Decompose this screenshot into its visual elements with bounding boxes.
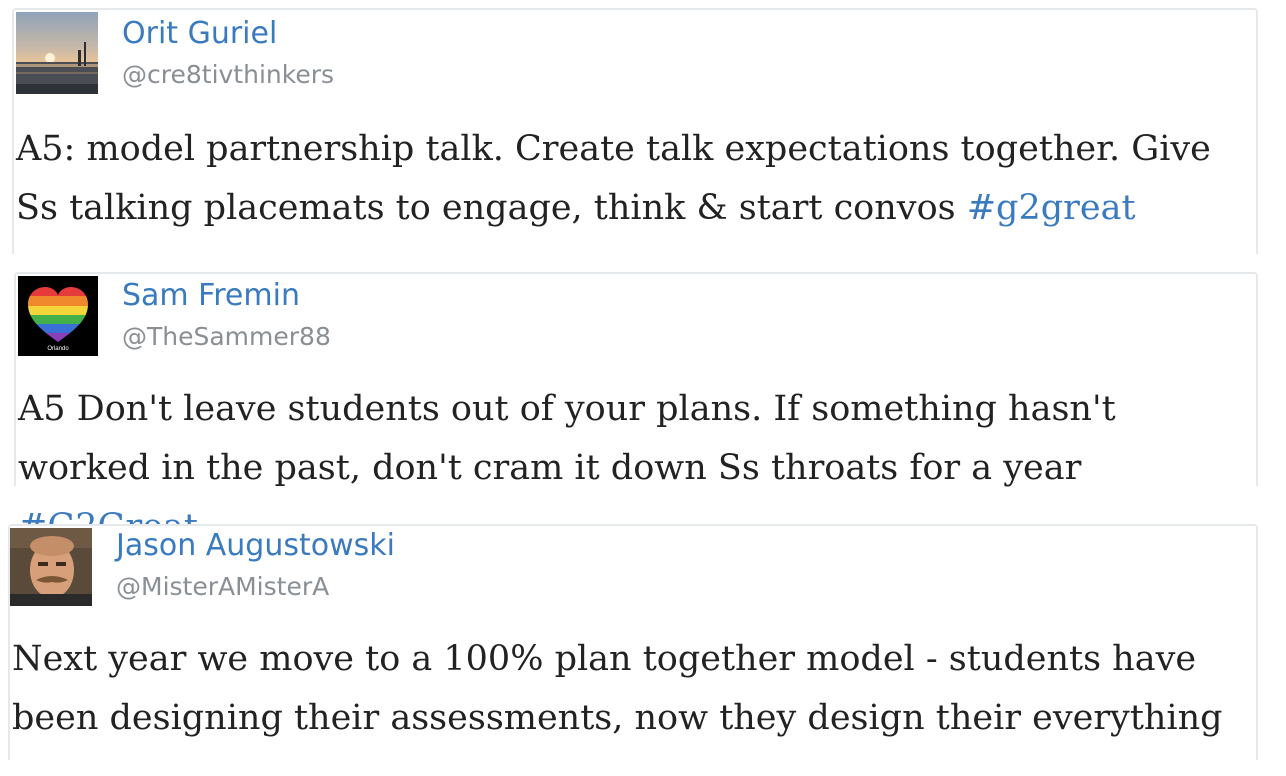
tweet-card[interactable]: Jason Augustowski @MisterAMisterA Next y… [8,524,1258,760]
user-name-link[interactable]: Sam Fremin [122,278,300,313]
tweet-card[interactable]: Orlando Sam Fremin @TheSammer88 A5 Don't… [14,272,1258,547]
avatar[interactable] [16,12,98,94]
tweet-card[interactable]: Orit Guriel @cre8tivthinkers A5: model p… [12,8,1258,254]
hashtag-link[interactable]: #g2great [967,188,1136,228]
tweet-text: A5: model partnership talk. Create talk … [16,120,1248,238]
avatar[interactable]: Orlando [18,276,98,356]
tweet-text: Next year we move to a 100% plan togethe… [12,630,1248,748]
user-name-link[interactable]: Orit Guriel [122,16,277,51]
user-handle: @MisterAMisterA [116,572,330,601]
user-name-link[interactable]: Jason Augustowski [116,528,395,563]
user-handle: @cre8tivthinkers [122,60,335,89]
avatar-caption: Orlando [47,346,69,352]
tweet-text-content: A5 Don't leave students out of your plan… [18,389,1116,488]
user-handle: @TheSammer88 [122,322,331,351]
tweet-text-content: Next year we move to a 100% plan togethe… [12,639,1223,738]
avatar[interactable] [10,528,92,606]
